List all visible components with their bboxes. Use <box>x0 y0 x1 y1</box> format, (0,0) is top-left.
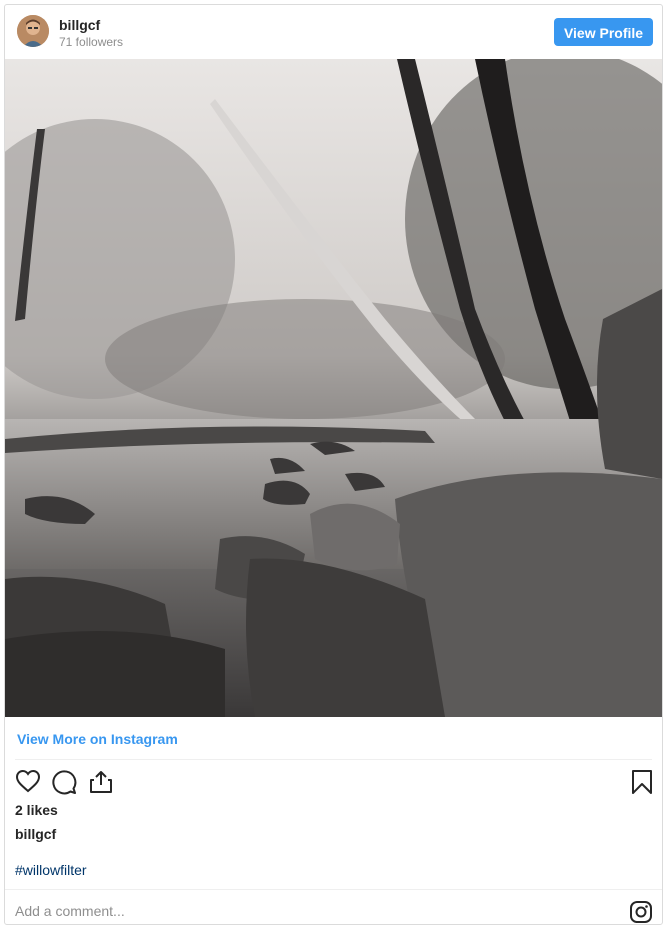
divider <box>5 889 662 890</box>
divider <box>15 759 652 760</box>
hashtag-link[interactable]: #willowfilter <box>15 862 87 878</box>
follower-count: 71 followers <box>59 35 124 49</box>
bookmark-icon[interactable] <box>631 769 653 800</box>
avatar[interactable] <box>17 15 49 47</box>
like-count[interactable]: 2 likes <box>15 802 58 818</box>
instagram-icon[interactable] <box>629 900 653 924</box>
share-icon[interactable] <box>88 769 114 800</box>
username[interactable]: billgcf <box>59 17 100 33</box>
post-header: billgcf 71 followers View Profile <box>5 5 662 59</box>
caption-username[interactable]: billgcf <box>15 826 56 842</box>
heart-icon[interactable] <box>15 769 41 798</box>
comment-icon[interactable] <box>51 769 77 800</box>
comment-input[interactable] <box>15 901 595 921</box>
instagram-embed-card: billgcf 71 followers View Profile View M… <box>4 4 663 925</box>
view-profile-button[interactable]: View Profile <box>554 18 653 46</box>
view-more-link[interactable]: View More on Instagram <box>17 731 178 747</box>
post-photo[interactable] <box>5 59 662 717</box>
